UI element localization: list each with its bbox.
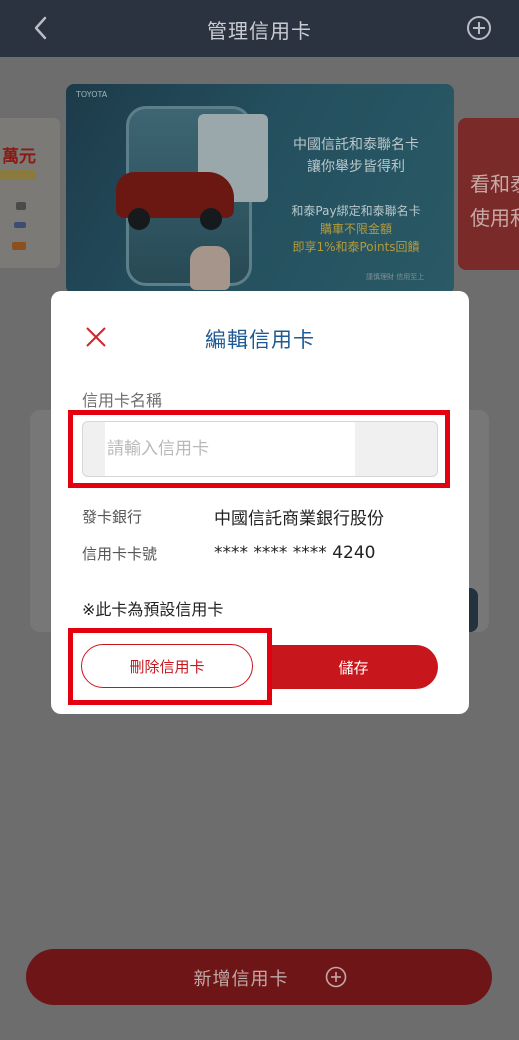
highlight-box-delete bbox=[68, 628, 272, 705]
car-wheel bbox=[128, 208, 150, 230]
plus-circle-icon bbox=[325, 966, 347, 988]
save-button[interactable]: 儲存 bbox=[269, 645, 438, 689]
carousel-card-left[interactable]: 萬元 bbox=[0, 118, 60, 268]
card-number-label: 信用卡卡號 bbox=[82, 545, 158, 563]
left-card-logo bbox=[14, 222, 26, 228]
toyota-logo: TOYOTA bbox=[76, 90, 108, 99]
banner-fine-print: 謹慎理財 信用至上 bbox=[366, 273, 425, 281]
banner-headline: 中國信託和泰聯名卡 bbox=[293, 137, 419, 153]
banner-subline: 和泰Pay綁定和泰聯名卡 bbox=[291, 204, 421, 218]
left-card-text: 萬元 bbox=[2, 147, 36, 167]
add-circle-icon[interactable] bbox=[466, 15, 492, 41]
left-card-logo bbox=[16, 202, 26, 210]
add-card-button[interactable]: 新增信用卡 bbox=[26, 949, 492, 1005]
right-card-text: 看和泰 bbox=[470, 172, 519, 196]
app-header: 管理信用卡 bbox=[0, 0, 519, 57]
promo-banner-card[interactable]: TOYOTA 中國信託和泰聯名卡 讓你舉步皆得利 和泰Pay綁定和泰聯名卡 購車… bbox=[66, 84, 454, 294]
edit-card-dialog: 編輯信用卡 信用卡名稱 發卡銀行 中國信託商業銀行股份 信用卡卡號 **** *… bbox=[51, 291, 469, 714]
highlight-box-input bbox=[68, 410, 450, 488]
bank-value: 中國信託商業銀行股份 bbox=[214, 509, 384, 529]
banner-highlight: 購車不限金額 bbox=[319, 222, 392, 236]
left-card-logo bbox=[12, 242, 26, 250]
card-number-value: **** **** **** 4240 bbox=[214, 543, 376, 563]
hand-illustration bbox=[190, 246, 230, 290]
carousel-card-right[interactable]: 看和泰 使用和 bbox=[458, 118, 519, 270]
banner-headline-2: 讓你舉步皆得利 bbox=[307, 159, 405, 175]
bank-label: 發卡銀行 bbox=[82, 508, 143, 526]
dialog-title: 編輯信用卡 bbox=[205, 328, 315, 352]
card-name-label: 信用卡名稱 bbox=[82, 391, 163, 410]
page-title: 管理信用卡 bbox=[207, 19, 312, 43]
right-card-text-2: 使用和 bbox=[470, 206, 519, 230]
add-card-label: 新增信用卡 bbox=[193, 969, 289, 990]
default-card-note: ※此卡為預設信用卡 bbox=[82, 600, 224, 619]
banner-highlight-2: 即享1%和泰Points回饋 bbox=[292, 240, 420, 254]
left-card-ribbon bbox=[0, 170, 36, 180]
car-wheel bbox=[200, 208, 222, 230]
